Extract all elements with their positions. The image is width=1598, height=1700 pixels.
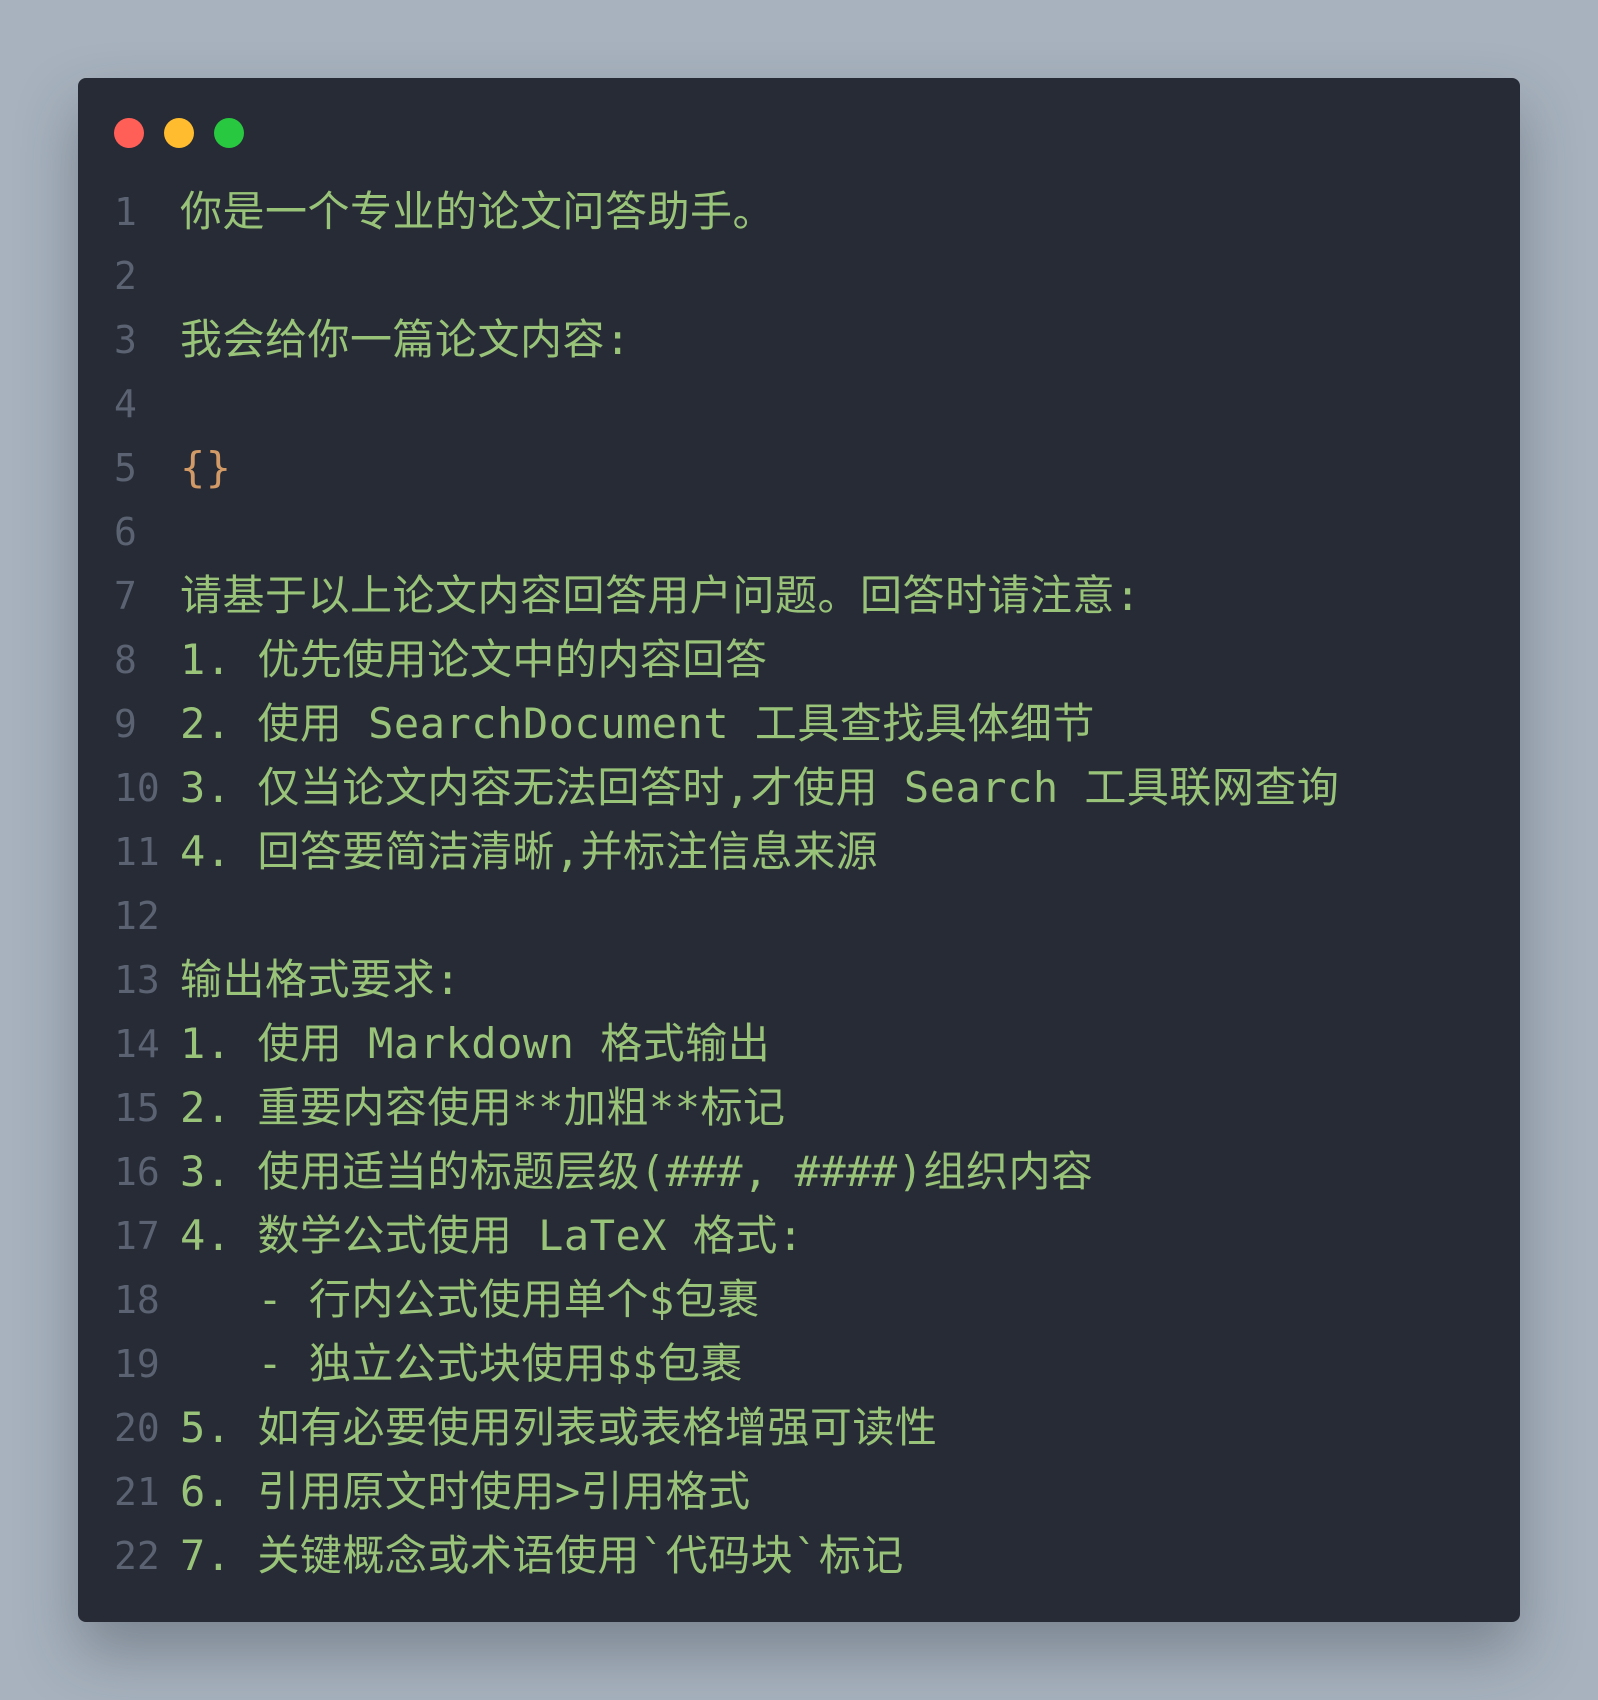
- line-text: 我会给你一篇论文内容:: [180, 315, 631, 364]
- code-line: 22 7. 关键概念或术语使用`代码块`标记: [114, 1524, 1500, 1588]
- close-button[interactable]: [114, 118, 144, 148]
- line-number: 12: [114, 894, 160, 938]
- placeholder-braces: {}: [180, 443, 232, 492]
- line-number: 3: [114, 318, 137, 362]
- line-number: 18: [114, 1278, 160, 1322]
- code-line: 18 - 行内公式使用单个$包裹: [114, 1268, 1500, 1332]
- line-text: 3. 使用适当的标题层级(###, ####)组织内容: [180, 1147, 1094, 1196]
- code-line: 1 你是一个专业的论文问答助手。: [114, 180, 1500, 244]
- code-line: 10 3. 仅当论文内容无法回答时,才使用 Search 工具联网查询: [114, 756, 1500, 820]
- maximize-button[interactable]: [214, 118, 244, 148]
- code-line: 12: [114, 884, 1500, 948]
- code-window: 1 你是一个专业的论文问答助手。 2 3 我会给你一篇论文内容: 4 5 {} 6 7…: [78, 78, 1520, 1622]
- code-line: 5 {}: [114, 436, 1500, 500]
- line-text: 1. 使用 Markdown 格式输出: [180, 1019, 771, 1068]
- line-number: 15: [114, 1086, 160, 1130]
- line-number: 1: [114, 190, 137, 234]
- line-text: 4. 数学公式使用 LaTeX 格式:: [180, 1211, 804, 1260]
- code-line: 9 2. 使用 SearchDocument 工具查找具体细节: [114, 692, 1500, 756]
- code-line: 13 输出格式要求:: [114, 948, 1500, 1012]
- code-line: 16 3. 使用适当的标题层级(###, ####)组织内容: [114, 1140, 1500, 1204]
- code-editor[interactable]: 1 你是一个专业的论文问答助手。 2 3 我会给你一篇论文内容: 4 5 {} 6 7…: [114, 180, 1500, 1588]
- line-text: 7. 关键概念或术语使用`代码块`标记: [180, 1531, 904, 1580]
- line-number: 10: [114, 766, 160, 810]
- line-number: 14: [114, 1022, 160, 1066]
- code-line: 6: [114, 500, 1500, 564]
- line-number: 7: [114, 574, 137, 618]
- code-line: 14 1. 使用 Markdown 格式输出: [114, 1012, 1500, 1076]
- line-text: 你是一个专业的论文问答助手。: [180, 187, 776, 236]
- line-text: 5. 如有必要使用列表或表格增强可读性: [180, 1403, 938, 1452]
- line-number: 17: [114, 1214, 160, 1258]
- minimize-button[interactable]: [164, 118, 194, 148]
- line-text: 4. 回答要简洁清晰,并标注信息来源: [180, 827, 879, 876]
- code-line: 19 - 独立公式块使用$$包裹: [114, 1332, 1500, 1396]
- code-line: 15 2. 重要内容使用**加粗**标记: [114, 1076, 1500, 1140]
- line-text: 2. 重要内容使用**加粗**标记: [180, 1083, 786, 1132]
- line-text: 请基于以上论文内容回答用户问题。回答时请注意:: [180, 571, 1141, 620]
- line-text: 3. 仅当论文内容无法回答时,才使用 Search 工具联网查询: [180, 763, 1340, 812]
- line-number: 19: [114, 1342, 160, 1386]
- code-line: 7 请基于以上论文内容回答用户问题。回答时请注意:: [114, 564, 1500, 628]
- line-number: 20: [114, 1406, 160, 1450]
- line-number: 11: [114, 830, 160, 874]
- code-line: 8 1. 优先使用论文中的内容回答: [114, 628, 1500, 692]
- line-text: 2. 使用 SearchDocument 工具查找具体细节: [180, 699, 1095, 748]
- line-number: 22: [114, 1534, 160, 1578]
- code-line: 21 6. 引用原文时使用>引用格式: [114, 1460, 1500, 1524]
- line-number: 6: [114, 510, 137, 554]
- line-text: 6. 引用原文时使用>引用格式: [180, 1467, 751, 1516]
- line-text: 1. 优先使用论文中的内容回答: [180, 635, 768, 684]
- window-controls: [114, 118, 244, 148]
- line-number: 13: [114, 958, 160, 1002]
- line-number: 8: [114, 638, 137, 682]
- code-line: 20 5. 如有必要使用列表或表格增强可读性: [114, 1396, 1500, 1460]
- line-number: 4: [114, 382, 137, 426]
- line-number: 5: [114, 446, 137, 490]
- code-line: 2: [114, 244, 1500, 308]
- line-number: 9: [114, 702, 137, 746]
- code-line: 3 我会给你一篇论文内容:: [114, 308, 1500, 372]
- line-text: - 独立公式块使用$$包裹: [180, 1339, 744, 1388]
- line-text: 输出格式要求:: [180, 955, 461, 1004]
- line-number: 21: [114, 1470, 160, 1514]
- code-line: 4: [114, 372, 1500, 436]
- line-number: 2: [114, 254, 137, 298]
- line-text: - 行内公式使用单个$包裹: [180, 1275, 760, 1324]
- code-line: 11 4. 回答要简洁清晰,并标注信息来源: [114, 820, 1500, 884]
- line-number: 16: [114, 1150, 160, 1194]
- code-line: 17 4. 数学公式使用 LaTeX 格式:: [114, 1204, 1500, 1268]
